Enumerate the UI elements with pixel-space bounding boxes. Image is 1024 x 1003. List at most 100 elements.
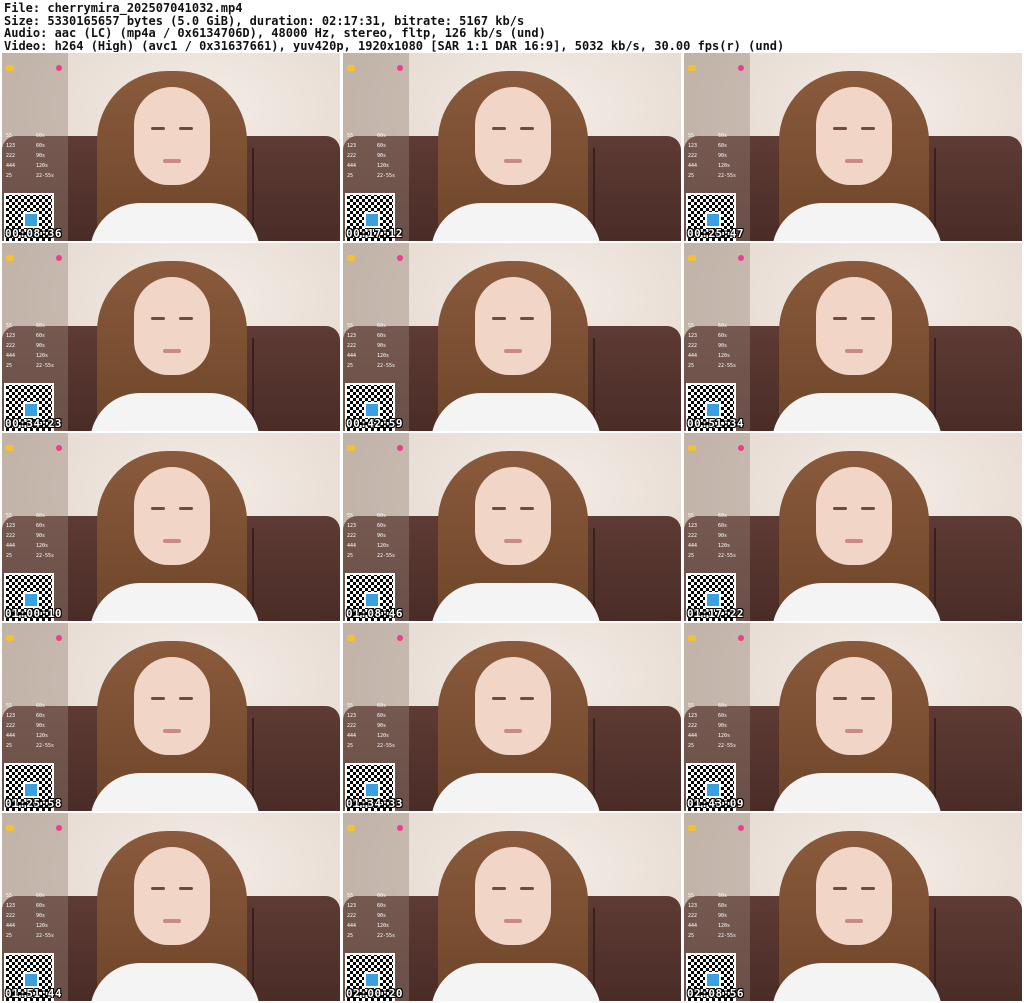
video-thumbnail[interactable]: 55 60s 123 60s 222 90s 444 120s 25 22-55s 01:08:46: [343, 433, 681, 621]
tip-menu-range: 25: [6, 553, 13, 559]
person-face: [134, 467, 210, 565]
tip-menu-range: 123: [688, 713, 698, 719]
tip-menu-range: 55: [6, 323, 13, 329]
tip-menu-range: 55: [6, 133, 13, 139]
tip-menu-range: 123: [347, 713, 357, 719]
tip-menu-row: 123 60s: [347, 523, 407, 529]
tip-menu-row: 25 22-55s: [688, 363, 748, 369]
tip-menu-range: 222: [688, 723, 698, 729]
tip-menu-row: 444 120s: [347, 353, 407, 359]
video-thumbnail[interactable]: 55 60s 123 60s 222 90s 444 120s 25 22-55s 00:51:34: [684, 243, 1022, 431]
person-shirt: [90, 583, 260, 621]
tip-menu-range: 25: [688, 933, 695, 939]
tip-menu-row: 55 60s: [347, 893, 407, 899]
eye: [833, 697, 847, 700]
tip-menu-duration: 90s: [36, 723, 46, 729]
person-face: [475, 277, 551, 375]
coin-icon: [688, 445, 696, 451]
person-face: [475, 657, 551, 755]
video-thumbnail[interactable]: 55 60s 123 60s 222 90s 444 120s 25 22-55s 00:42:59: [343, 243, 681, 431]
coin-icon: [347, 825, 355, 831]
video-thumbnail[interactable]: 55 60s 123 60s 222 90s 444 120s 25 22-55s 01:25:58: [2, 623, 340, 811]
video-thumbnail[interactable]: 55 60s 123 60s 222 90s 444 120s 25 22-55s 00:25:47: [684, 53, 1022, 241]
tip-menu-duration: 60s: [377, 703, 387, 709]
person-face: [816, 657, 892, 755]
coin-icon: [6, 255, 14, 261]
eye: [151, 507, 165, 510]
video-thumbnail[interactable]: 55 60s 123 60s 222 90s 444 120s 25 22-55s 01:43:09: [684, 623, 1022, 811]
tip-menu-range: 123: [347, 333, 357, 339]
tip-menu-duration: 60s: [36, 893, 46, 899]
tip-menu-row: 25 22-55s: [6, 743, 66, 749]
tip-menu-range: 55: [347, 133, 354, 139]
eye: [833, 507, 847, 510]
tip-menu-row: 25 22-55s: [688, 743, 748, 749]
tip-menu-range: 55: [688, 513, 695, 519]
tip-menu-row: 123 60s: [6, 523, 66, 529]
thumbnail-timestamp: 00:51:34: [687, 417, 744, 430]
tip-menu-row: 444 120s: [6, 163, 66, 169]
thumbnail-timestamp: 00:08:36: [5, 227, 62, 240]
eye: [492, 507, 506, 510]
eye: [151, 317, 165, 320]
tip-menu-duration: 90s: [36, 913, 46, 919]
coin-icon: [347, 635, 355, 641]
tip-menu-duration: 22-55s: [377, 933, 396, 939]
eye: [520, 697, 534, 700]
tip-menu-range: 444: [6, 733, 16, 739]
tip-menu-duration: 60s: [718, 713, 728, 719]
tip-menu-duration: 22-55s: [377, 363, 396, 369]
tip-menu-row: 55 60s: [688, 323, 748, 329]
tip-menu-duration: 90s: [718, 533, 728, 539]
video-thumbnail[interactable]: 55 60s 123 60s 222 90s 444 120s 25 22-55s 01:34:33: [343, 623, 681, 811]
pink-dot-icon: [738, 445, 744, 451]
tip-menu-range: 55: [6, 513, 13, 519]
tip-menu-range: 222: [6, 723, 16, 729]
tip-menu-range: 25: [347, 553, 354, 559]
tip-menu-duration: 120s: [718, 163, 731, 169]
video-thumbnail[interactable]: 55 60s 123 60s 222 90s 444 120s 25 22-55s 01:17:22: [684, 433, 1022, 621]
tip-menu-duration: 60s: [377, 143, 387, 149]
tip-menu-duration: 90s: [377, 913, 387, 919]
person-face: [475, 467, 551, 565]
pink-dot-icon: [56, 255, 62, 261]
thumbnail-timestamp: 01:51:44: [5, 987, 62, 1000]
video-thumbnail[interactable]: 55 60s 123 60s 222 90s 444 120s 25 22-55s 02:00:20: [343, 813, 681, 1001]
tip-menu-row: 222 90s: [6, 913, 66, 919]
tip-menu-row: 222 90s: [347, 723, 407, 729]
tip-menu-row: 444 120s: [688, 543, 748, 549]
tip-menu-duration: 22-55s: [377, 173, 396, 179]
video-thumbnail[interactable]: 55 60s 123 60s 222 90s 444 120s 25 22-55s 00:17:12: [343, 53, 681, 241]
video-thumbnail[interactable]: 55 60s 123 60s 222 90s 444 120s 25 22-55s 01:00:10: [2, 433, 340, 621]
pink-dot-icon: [56, 65, 62, 71]
tip-menu-row: 222 90s: [6, 533, 66, 539]
tip-menu-range: 444: [347, 353, 357, 359]
pink-dot-icon: [56, 825, 62, 831]
tip-menu-duration: 90s: [377, 533, 387, 539]
coin-icon: [347, 255, 355, 261]
tip-menu-row: 123 60s: [6, 333, 66, 339]
tip-menu-duration: 60s: [377, 713, 387, 719]
tip-menu-range: 123: [688, 143, 698, 149]
eye: [520, 507, 534, 510]
tip-menu-row: 222 90s: [6, 153, 66, 159]
tip-menu-range: 444: [347, 163, 357, 169]
tip-menu-row: 123 60s: [688, 143, 748, 149]
tip-menu-duration: 60s: [36, 143, 46, 149]
video-thumbnail[interactable]: 55 60s 123 60s 222 90s 444 120s 25 22-55s 01:51:44: [2, 813, 340, 1001]
tip-menu-duration: 22-55s: [718, 363, 737, 369]
tip-menu-duration: 60s: [377, 903, 387, 909]
tip-menu-row: 55 60s: [688, 513, 748, 519]
tip-menu-range: 55: [347, 703, 354, 709]
tip-menu-row: 444 120s: [347, 923, 407, 929]
video-thumbnail[interactable]: 55 60s 123 60s 222 90s 444 120s 25 22-55s 02:08:56: [684, 813, 1022, 1001]
tip-menu-row: 55 60s: [6, 133, 66, 139]
video-thumbnail[interactable]: 55 60s 123 60s 222 90s 444 120s 25 22-55s 00:34:23: [2, 243, 340, 431]
video-thumbnail[interactable]: 55 60s 123 60s 222 90s 444 120s 25 22-55s 00:08:36: [2, 53, 340, 241]
tip-menu-row: 123 60s: [347, 903, 407, 909]
person-shirt: [431, 963, 601, 1001]
person-shirt: [90, 393, 260, 431]
tip-menu-range: 25: [688, 743, 695, 749]
mouth: [504, 729, 522, 733]
tip-menu-duration: 90s: [377, 343, 387, 349]
